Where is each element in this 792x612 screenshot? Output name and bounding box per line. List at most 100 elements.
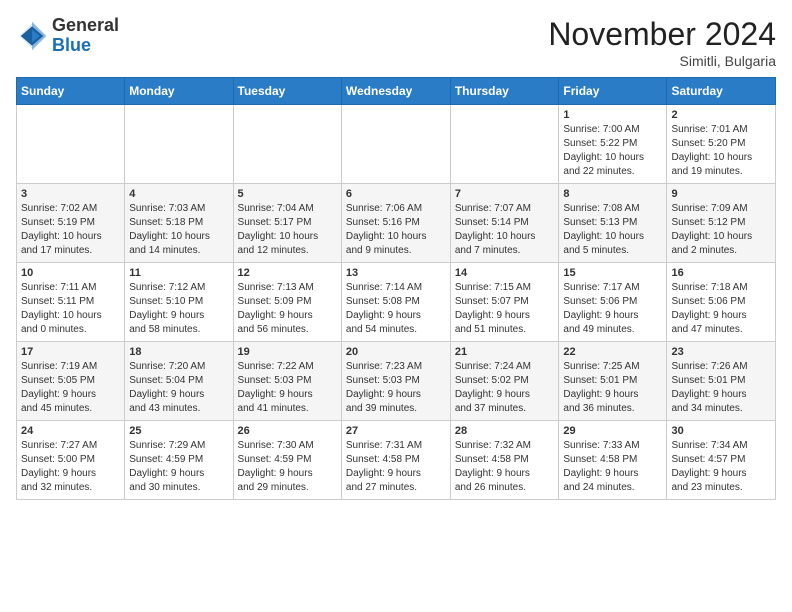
day-info: Sunrise: 7:11 AMSunset: 5:11 PMDaylight:…: [21, 281, 120, 337]
day-info: Sunrise: 7:29 AMSunset: 4:59 PMDaylight:…: [129, 439, 228, 495]
calendar-week-row: 17 Sunrise: 7:19 AMSunset: 5:05 PMDayligh…: [17, 342, 776, 421]
calendar-cell: [125, 105, 233, 184]
calendar-cell: 25 Sunrise: 7:29 AMSunset: 4:59 PMDayligh…: [125, 421, 233, 500]
calendar-cell: 3 Sunrise: 7:02 AMSunset: 5:19 PMDaylight…: [17, 184, 125, 263]
calendar-cell: 22 Sunrise: 7:25 AMSunset: 5:01 PMDayligh…: [559, 342, 667, 421]
day-number: 9: [671, 188, 771, 200]
day-number: 30: [671, 425, 771, 437]
day-info: Sunrise: 7:32 AMSunset: 4:58 PMDaylight:…: [455, 439, 555, 495]
calendar-table: SundayMondayTuesdayWednesdayThursdayFrid…: [16, 77, 776, 500]
calendar-cell: 16Sunrise: 7:18 AMSunset: 5:06 PMDayligh…: [667, 263, 776, 342]
calendar-cell: 17 Sunrise: 7:19 AMSunset: 5:05 PMDayligh…: [17, 342, 125, 421]
calendar-cell: 21Sunrise: 7:24 AMSunset: 5:02 PMDayligh…: [450, 342, 559, 421]
day-number: 14: [455, 267, 555, 279]
calendar-cell: [341, 105, 450, 184]
day-number: 29: [563, 425, 662, 437]
calendar-header-row: SundayMondayTuesdayWednesdayThursdayFrid…: [17, 78, 776, 105]
day-number: 12: [238, 267, 337, 279]
day-info: Sunrise: 7:34 AMSunset: 4:57 PMDaylight:…: [671, 439, 771, 495]
calendar-cell: [17, 105, 125, 184]
day-number: 19: [238, 346, 337, 358]
calendar-cell: 18 Sunrise: 7:20 AMSunset: 5:04 PMDayligh…: [125, 342, 233, 421]
calendar-cell: 1 Sunrise: 7:00 AMSunset: 5:22 PMDaylight…: [559, 105, 667, 184]
weekday-header: Tuesday: [233, 78, 341, 105]
calendar-cell: 6 Sunrise: 7:06 AMSunset: 5:16 PMDaylight…: [341, 184, 450, 263]
day-info: Sunrise: 7:23 AMSunset: 5:03 PMDaylight:…: [346, 360, 446, 416]
day-number: 8: [563, 188, 662, 200]
day-number: 17: [21, 346, 120, 358]
day-number: 23: [671, 346, 771, 358]
day-number: 24: [21, 425, 120, 437]
day-info: Sunrise: 7:01 AMSunset: 5:20 PMDaylight:…: [671, 123, 771, 179]
day-info: Sunrise: 7:06 AMSunset: 5:16 PMDaylight:…: [346, 202, 446, 258]
day-number: 13: [346, 267, 446, 279]
day-info: Sunrise: 7:22 AMSunset: 5:03 PMDaylight:…: [238, 360, 337, 416]
calendar-week-row: 24 Sunrise: 7:27 AMSunset: 5:00 PMDayligh…: [17, 421, 776, 500]
calendar-week-row: 10 Sunrise: 7:11 AMSunset: 5:11 PMDayligh…: [17, 263, 776, 342]
calendar-cell: 19 Sunrise: 7:22 AMSunset: 5:03 PMDayligh…: [233, 342, 341, 421]
day-number: 3: [21, 188, 120, 200]
calendar-cell: 2 Sunrise: 7:01 AMSunset: 5:20 PMDaylight…: [667, 105, 776, 184]
logo-icon: [16, 20, 48, 52]
day-info: Sunrise: 7:27 AMSunset: 5:00 PMDaylight:…: [21, 439, 120, 495]
calendar-cell: 11 Sunrise: 7:12 AMSunset: 5:10 PMDayligh…: [125, 263, 233, 342]
page-header: General Blue November 2024 Simitli, Bulg…: [16, 16, 776, 69]
location: Simitli, Bulgaria: [548, 53, 776, 69]
day-info: Sunrise: 7:26 AMSunset: 5:01 PMDaylight:…: [671, 360, 771, 416]
weekday-header: Sunday: [17, 78, 125, 105]
calendar-cell: 30 Sunrise: 7:34 AMSunset: 4:57 PMDayligh…: [667, 421, 776, 500]
day-info: Sunrise: 7:19 AMSunset: 5:05 PMDaylight:…: [21, 360, 120, 416]
day-number: 6: [346, 188, 446, 200]
day-info: Sunrise: 7:14 AMSunset: 5:08 PMDaylight:…: [346, 281, 446, 337]
day-info: Sunrise: 7:02 AMSunset: 5:19 PMDaylight:…: [21, 202, 120, 258]
day-number: 28: [455, 425, 555, 437]
day-info: Sunrise: 7:17 AMSunset: 5:06 PMDaylight:…: [563, 281, 662, 337]
day-info: Sunrise: 7:15 AMSunset: 5:07 PMDaylight:…: [455, 281, 555, 337]
day-number: 18: [129, 346, 228, 358]
day-number: 25: [129, 425, 228, 437]
day-number: 26: [238, 425, 337, 437]
day-number: 16: [671, 267, 771, 279]
day-number: 5: [238, 188, 337, 200]
day-info: Sunrise: 7:33 AMSunset: 4:58 PMDaylight:…: [563, 439, 662, 495]
calendar-cell: 20 Sunrise: 7:23 AMSunset: 5:03 PMDayligh…: [341, 342, 450, 421]
day-info: Sunrise: 7:08 AMSunset: 5:13 PMDaylight:…: [563, 202, 662, 258]
day-info: Sunrise: 7:04 AMSunset: 5:17 PMDaylight:…: [238, 202, 337, 258]
month-title: November 2024: [548, 16, 776, 53]
day-info: Sunrise: 7:30 AMSunset: 4:59 PMDaylight:…: [238, 439, 337, 495]
day-info: Sunrise: 7:07 AMSunset: 5:14 PMDaylight:…: [455, 202, 555, 258]
day-info: Sunrise: 7:03 AMSunset: 5:18 PMDaylight:…: [129, 202, 228, 258]
day-info: Sunrise: 7:00 AMSunset: 5:22 PMDaylight:…: [563, 123, 662, 179]
calendar-week-row: 1 Sunrise: 7:00 AMSunset: 5:22 PMDaylight…: [17, 105, 776, 184]
title-block: November 2024 Simitli, Bulgaria: [548, 16, 776, 69]
day-number: 1: [563, 109, 662, 121]
day-number: 4: [129, 188, 228, 200]
day-number: 21: [455, 346, 555, 358]
day-info: Sunrise: 7:25 AMSunset: 5:01 PMDaylight:…: [563, 360, 662, 416]
day-number: 11: [129, 267, 228, 279]
weekday-header: Friday: [559, 78, 667, 105]
day-number: 20: [346, 346, 446, 358]
day-number: 15: [563, 267, 662, 279]
calendar-cell: 7 Sunrise: 7:07 AMSunset: 5:14 PMDaylight…: [450, 184, 559, 263]
calendar-cell: 15 Sunrise: 7:17 AMSunset: 5:06 PMDayligh…: [559, 263, 667, 342]
day-number: 10: [21, 267, 120, 279]
calendar-cell: 4 Sunrise: 7:03 AMSunset: 5:18 PMDaylight…: [125, 184, 233, 263]
day-info: Sunrise: 7:20 AMSunset: 5:04 PMDaylight:…: [129, 360, 228, 416]
calendar-cell: [450, 105, 559, 184]
calendar-cell: 26 Sunrise: 7:30 AMSunset: 4:59 PMDayligh…: [233, 421, 341, 500]
calendar-cell: 28 Sunrise: 7:32 AMSunset: 4:58 PMDayligh…: [450, 421, 559, 500]
day-number: 2: [671, 109, 771, 121]
day-number: 27: [346, 425, 446, 437]
calendar-cell: 23 Sunrise: 7:26 AMSunset: 5:01 PMDayligh…: [667, 342, 776, 421]
calendar-cell: 8 Sunrise: 7:08 AMSunset: 5:13 PMDaylight…: [559, 184, 667, 263]
calendar-cell: 24 Sunrise: 7:27 AMSunset: 5:00 PMDayligh…: [17, 421, 125, 500]
day-number: 22: [563, 346, 662, 358]
calendar-cell: 12Sunrise: 7:13 AMSunset: 5:09 PMDayligh…: [233, 263, 341, 342]
logo-text: General Blue: [52, 16, 119, 56]
day-number: 7: [455, 188, 555, 200]
calendar-cell: 10 Sunrise: 7:11 AMSunset: 5:11 PMDayligh…: [17, 263, 125, 342]
day-info: Sunrise: 7:12 AMSunset: 5:10 PMDaylight:…: [129, 281, 228, 337]
weekday-header: Thursday: [450, 78, 559, 105]
calendar-cell: 14 Sunrise: 7:15 AMSunset: 5:07 PMDayligh…: [450, 263, 559, 342]
